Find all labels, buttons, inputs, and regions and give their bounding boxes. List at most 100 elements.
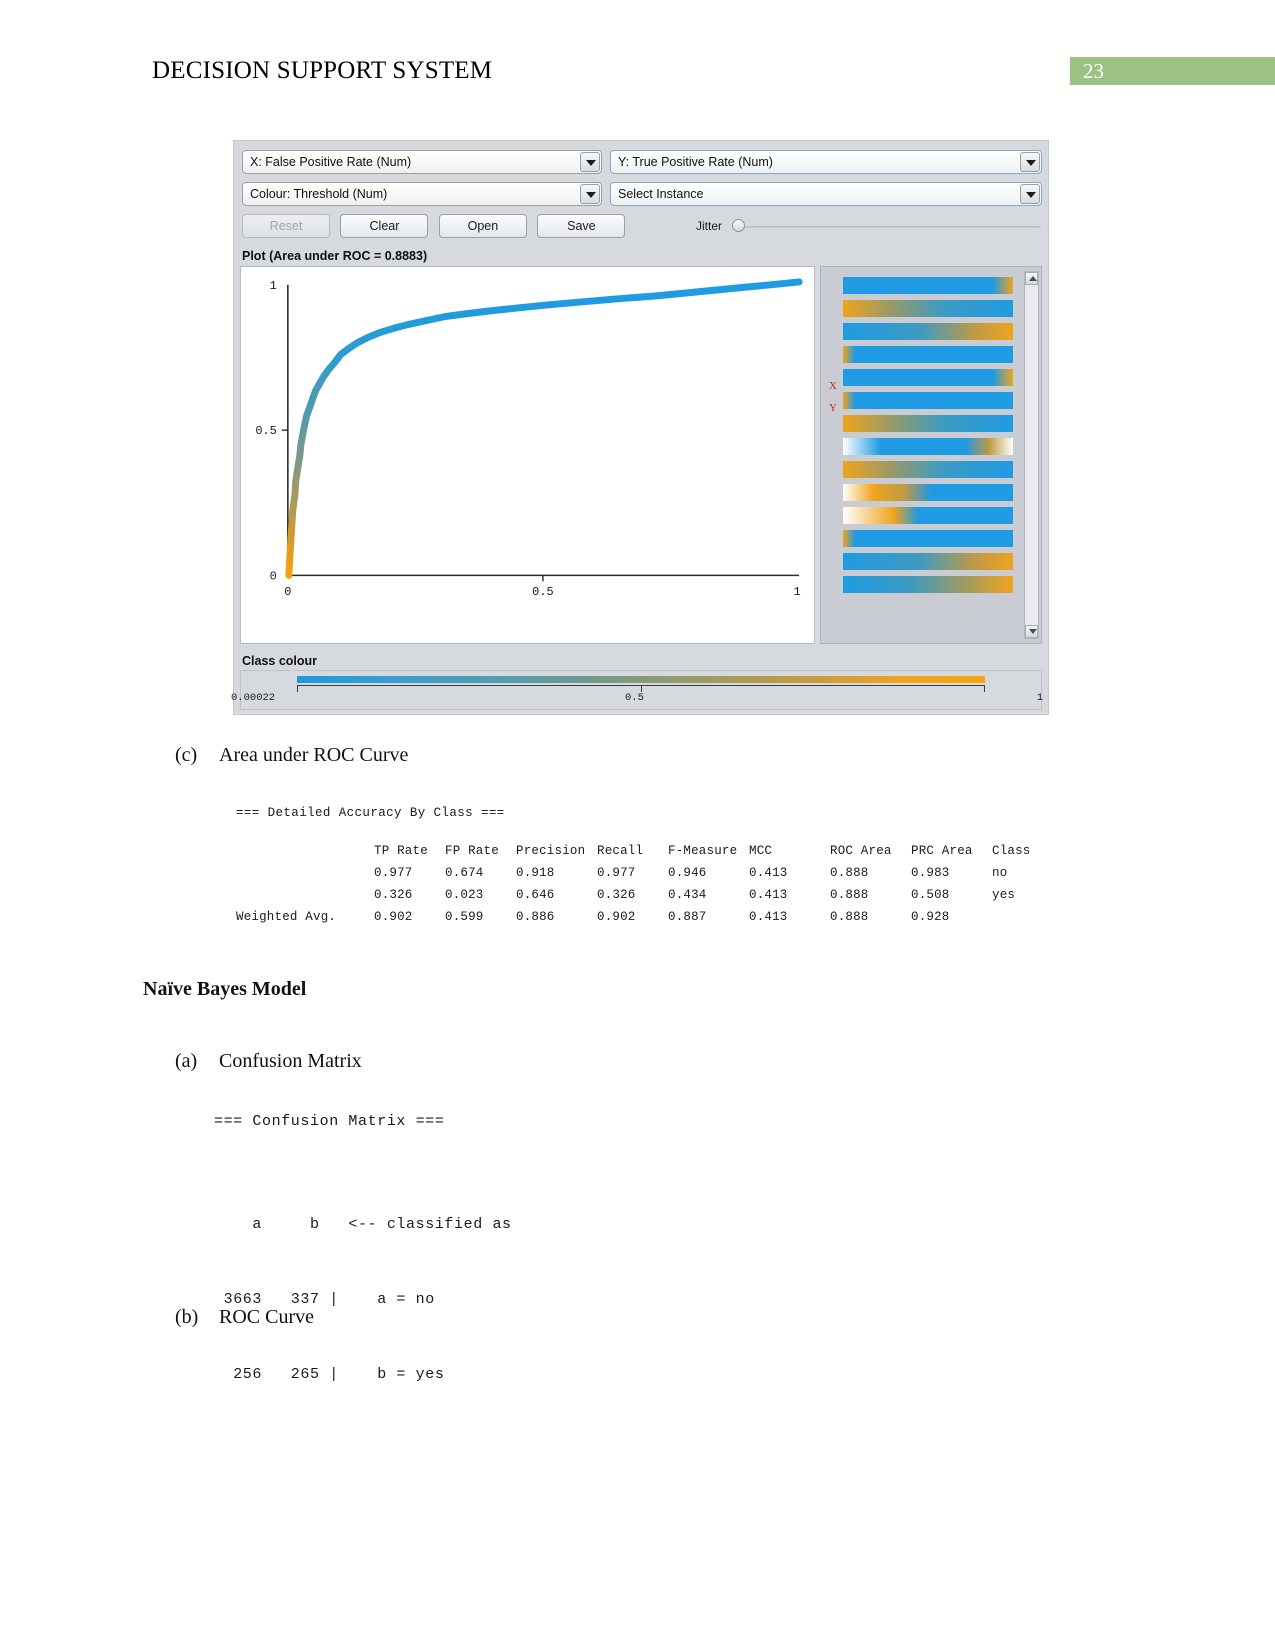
cc-value-min: 0.00022: [231, 692, 276, 704]
chevron-down-icon[interactable]: [580, 184, 600, 204]
y-axis-select[interactable]: Y: True Positive Rate (Num): [610, 150, 1042, 174]
svg-text:0.5: 0.5: [255, 424, 277, 438]
colour-select[interactable]: Colour: Threshold (Num): [242, 182, 602, 206]
scroll-down-icon[interactable]: [1025, 625, 1038, 638]
jitter-label: Jitter: [696, 219, 723, 233]
open-button[interactable]: Open: [438, 214, 527, 238]
cc-value-max: 1: [1036, 692, 1043, 704]
col-fp-rate: FP Rate: [445, 844, 499, 858]
caption-c-marker: (c): [175, 744, 198, 766]
row2-label: Weighted Avg.: [236, 910, 337, 924]
chevron-down-icon[interactable]: [1020, 152, 1040, 172]
row1-roc-area: 0.888: [830, 888, 869, 902]
page-title: DECISION SUPPORT SYSTEM: [152, 57, 493, 84]
table-row: Weighted Avg. 0.902 0.599 0.886 0.902 0.…: [236, 910, 1031, 932]
row0-tp-rate: 0.977: [374, 866, 413, 880]
jitter-knob[interactable]: [732, 219, 745, 232]
row2-class: [992, 910, 1031, 932]
table-row: 0.326 0.023 0.646 0.326 0.434 0.413 0.88…: [236, 888, 1031, 910]
attribute-strip-list[interactable]: [843, 275, 1013, 635]
cc-tick-min: [297, 686, 298, 692]
roc-plot-panel[interactable]: 1 0.5 0 0 0.5 1: [240, 266, 815, 644]
y-axis-marker: Y: [829, 402, 837, 414]
weka-roc-window: X: False Positive Rate (Num) Y: True Pos…: [231, 140, 1049, 715]
row0-fp-rate: 0.674: [445, 866, 484, 880]
attribute-strips-svg: [843, 277, 1013, 593]
row0-prc-area: 0.983: [911, 866, 950, 880]
row1-f-measure: 0.434: [668, 888, 707, 902]
col-recall: Recall: [597, 844, 644, 858]
col-blank: [236, 844, 374, 866]
svg-text:0: 0: [284, 585, 291, 599]
caption-a-marker: (a): [175, 1050, 198, 1072]
table-header-row: TP Rate FP Rate Precision Recall F-Measu…: [236, 844, 1031, 866]
scroll-up-icon[interactable]: [1025, 272, 1038, 285]
page-number: 23: [1083, 59, 1104, 83]
row2-tp-rate: 0.902: [374, 910, 413, 924]
select-instance-combo[interactable]: Select Instance: [610, 182, 1042, 206]
row1-tp-rate: 0.326: [374, 888, 413, 902]
jitter-slider[interactable]: Jitter: [696, 217, 1041, 237]
row2-mcc: 0.413: [749, 910, 788, 924]
instance-scrollbar[interactable]: [1024, 271, 1039, 639]
col-class: Class: [992, 844, 1031, 858]
plot-button-row: Reset Clear Open Save: [242, 214, 631, 238]
page-header: DECISION SUPPORT SYSTEM 23: [0, 0, 1275, 100]
jitter-track[interactable]: [738, 226, 1041, 229]
row0-precision: 0.918: [516, 866, 555, 880]
detailed-accuracy-heading: === Detailed Accuracy By Class ===: [236, 806, 505, 820]
caption-b: (b) ROC Curve: [175, 1306, 314, 1329]
caption-c: (c) Area under ROC Curve: [175, 744, 408, 767]
section-title-naive-bayes: Naïve Bayes Model: [143, 978, 307, 1000]
row2-f-measure: 0.887: [668, 910, 707, 924]
row1-mcc: 0.413: [749, 888, 788, 902]
cc-value-mid: 0.5: [625, 692, 644, 704]
col-precision: Precision: [516, 844, 586, 858]
reset-button[interactable]: Reset: [242, 214, 330, 238]
x-axis-marker: X: [829, 380, 837, 392]
row1-prc-area: 0.508: [911, 888, 950, 902]
caption-c-text: Area under ROC Curve: [219, 744, 409, 766]
confusion-matrix-header-line: a b <-- classified as: [214, 1216, 512, 1233]
svg-text:0: 0: [270, 569, 277, 583]
row1-class: yes: [992, 888, 1016, 902]
row2-fp-rate: 0.599: [445, 910, 484, 924]
chevron-down-icon[interactable]: [580, 152, 600, 172]
attribute-strips-panel[interactable]: X Y: [820, 266, 1042, 644]
colour-select-value: Colour: Threshold (Num): [250, 187, 388, 201]
chevron-down-icon[interactable]: [1020, 184, 1040, 204]
row2-recall: 0.902: [597, 910, 636, 924]
clear-button[interactable]: Clear: [340, 214, 429, 238]
save-button[interactable]: Save: [537, 214, 626, 238]
col-f-measure: F-Measure: [668, 844, 738, 858]
caption-a-text: Confusion Matrix: [219, 1050, 362, 1072]
row1-recall: 0.326: [597, 888, 636, 902]
class-colour-label: Class colour: [242, 654, 318, 668]
caption-b-marker: (b): [175, 1306, 199, 1328]
detailed-accuracy-table: TP Rate FP Rate Precision Recall F-Measu…: [236, 844, 1031, 932]
cc-tick-max: [984, 686, 985, 692]
x-axis-select[interactable]: X: False Positive Rate (Num): [242, 150, 602, 174]
caption-b-text: ROC Curve: [219, 1306, 314, 1328]
col-mcc: MCC: [749, 844, 773, 858]
row0-f-measure: 0.946: [668, 866, 707, 880]
class-colour-axis: [297, 685, 985, 692]
row0-mcc: 0.413: [749, 866, 788, 880]
class-colour-gradient: [297, 676, 985, 683]
row1-precision: 0.646: [516, 888, 555, 902]
confusion-matrix-row-b: 256 265 | b = yes: [214, 1366, 445, 1383]
row0-recall: 0.977: [597, 866, 636, 880]
col-prc-area: PRC Area: [911, 844, 973, 858]
svg-text:0.5: 0.5: [532, 585, 554, 599]
row0-roc-area: 0.888: [830, 866, 869, 880]
col-roc-area: ROC Area: [830, 844, 892, 858]
row2-roc-area: 0.888: [830, 910, 869, 924]
confusion-matrix-body: a b <-- classified as 3663 337 | a = no …: [214, 1162, 512, 1412]
class-colour-panel[interactable]: 0.00022 0.5 1: [231, 670, 1043, 710]
y-axis-select-value: Y: True Positive Rate (Num): [618, 155, 773, 169]
roc-curve: [285, 278, 803, 579]
caption-a: (a) Confusion Matrix: [175, 1050, 362, 1073]
confusion-matrix-heading: === Confusion Matrix ===: [214, 1113, 445, 1130]
plot-caption: Plot (Area under ROC = 0.8883): [242, 249, 428, 263]
table-row: 0.977 0.674 0.918 0.977 0.946 0.413 0.88…: [236, 866, 1031, 888]
